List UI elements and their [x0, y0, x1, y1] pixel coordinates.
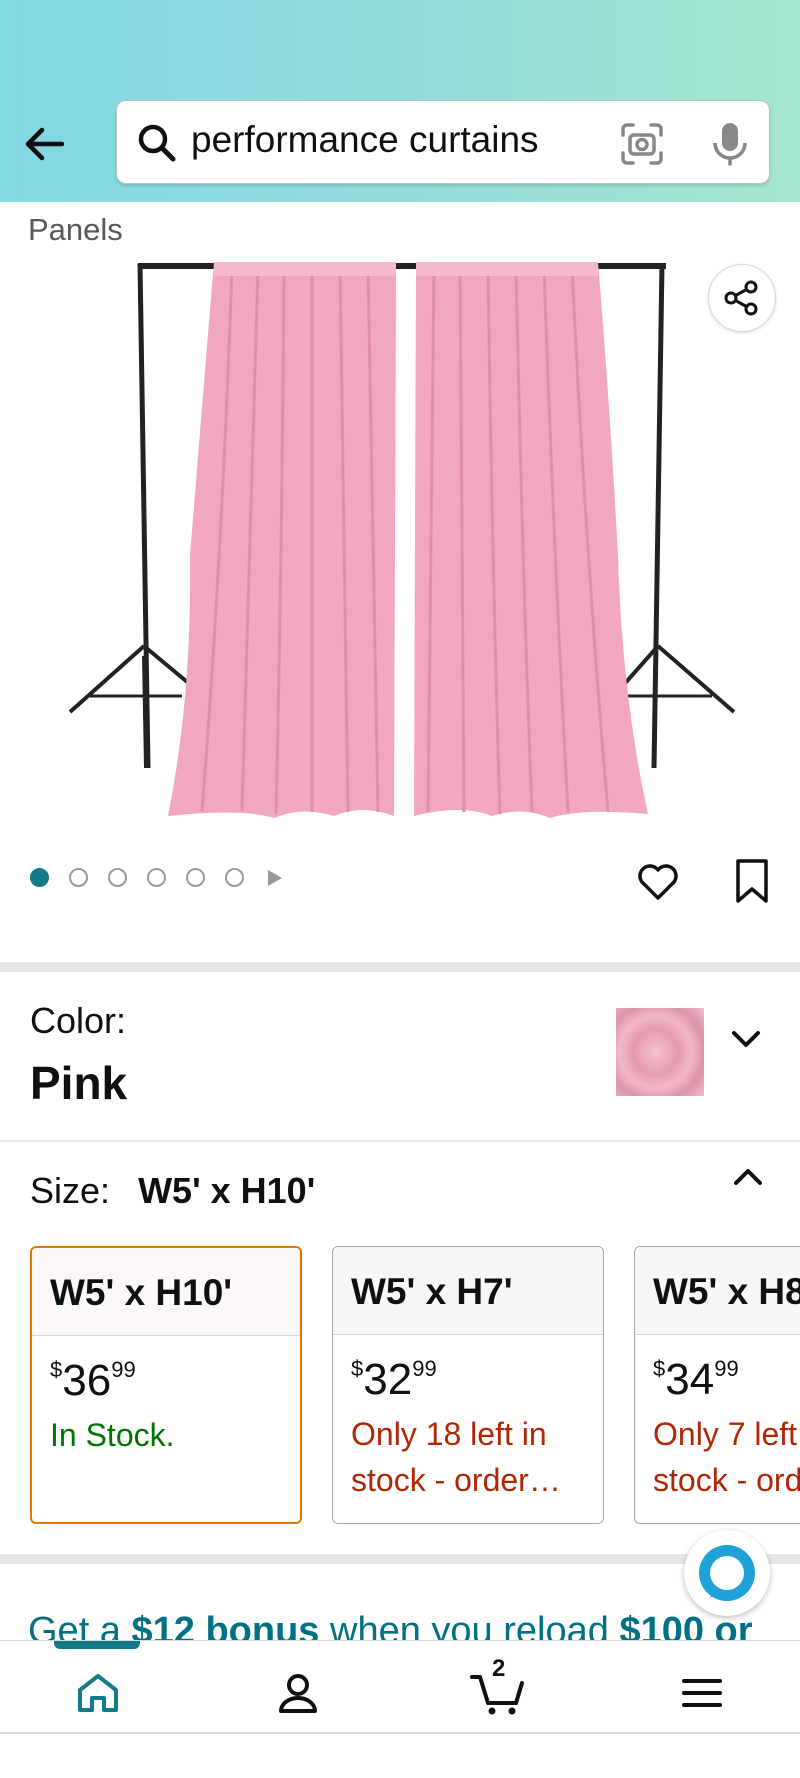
nav-home[interactable]: [68, 1665, 128, 1721]
share-icon: [724, 280, 758, 316]
section-divider: [0, 962, 800, 972]
size-option-card[interactable]: W5' x H7' $3299 Only 18 left in stock - …: [332, 1246, 604, 1524]
gesture-bar-divider: [0, 1732, 800, 1734]
cart-count-badge: 2: [492, 1655, 506, 1682]
section-divider: [0, 1140, 800, 1142]
reload-promo-link[interactable]: Get a $12 bonus when you reload $100 or: [28, 1606, 753, 1640]
share-button[interactable]: [708, 264, 776, 332]
camera-lens-icon[interactable]: [619, 121, 665, 167]
size-option-name: W5' x H7': [333, 1247, 603, 1335]
carousel-dot[interactable]: [108, 868, 127, 887]
top-header: performance curtains: [0, 0, 800, 202]
carousel-dot[interactable]: [69, 868, 88, 887]
stock-status: Only 7 left in stock - order soon.: [653, 1416, 800, 1498]
stock-status: In Stock.: [50, 1417, 175, 1453]
back-arrow-icon: [25, 127, 65, 161]
carousel-dot[interactable]: [147, 868, 166, 887]
carousel-dot[interactable]: [186, 868, 205, 887]
video-play-icon[interactable]: [268, 869, 282, 886]
size-option-price: $3299: [351, 1355, 437, 1404]
section-divider: [0, 1554, 800, 1564]
size-option-card[interactable]: W5' x H10' $3699 In Stock.: [30, 1246, 302, 1524]
nav-cart[interactable]: 2: [468, 1655, 528, 1721]
color-swatch-pink[interactable]: [616, 1008, 704, 1096]
microphone-icon[interactable]: [707, 119, 753, 167]
size-selector-header: Size: W5' x H10': [30, 1170, 315, 1212]
size-label: Size:: [30, 1170, 111, 1211]
image-carousel-indicator[interactable]: [30, 868, 282, 887]
back-button[interactable]: [18, 118, 70, 170]
bookmark-icon[interactable]: [734, 858, 770, 904]
active-tab-indicator: [54, 1641, 140, 1649]
curtain-backdrop-image: [68, 262, 736, 818]
size-option-name: W5' x H8': [635, 1247, 800, 1335]
home-icon: [78, 1674, 118, 1712]
heart-icon[interactable]: [636, 860, 680, 904]
size-value: W5' x H10': [138, 1170, 316, 1211]
user-icon: [279, 1674, 317, 1713]
nav-account[interactable]: [268, 1665, 328, 1721]
nav-menu[interactable]: [672, 1665, 732, 1721]
carousel-dot[interactable]: [225, 868, 244, 887]
product-image[interactable]: [62, 256, 742, 836]
alexa-button[interactable]: [684, 1530, 770, 1616]
size-option-price: $3699: [50, 1356, 136, 1405]
color-label: Color:: [30, 1000, 127, 1041]
hamburger-menu-icon: [682, 1679, 722, 1707]
size-option-price: $3499: [653, 1355, 739, 1404]
carousel-dot[interactable]: [30, 868, 49, 887]
search-bar[interactable]: performance curtains: [116, 100, 770, 184]
search-icon: [138, 124, 176, 162]
size-option-name: W5' x H10': [32, 1248, 300, 1336]
chevron-up-icon[interactable]: [730, 1162, 766, 1192]
product-title-fragment: Panels: [28, 212, 123, 247]
bottom-navigation: 2: [0, 1640, 800, 1738]
size-option-card[interactable]: W5' x H8' $3499 Only 7 left in stock - o…: [634, 1246, 800, 1524]
stock-status: Only 18 left in stock - order soon.: [351, 1416, 547, 1498]
search-input[interactable]: performance curtains: [191, 119, 539, 161]
alexa-icon: [699, 1545, 755, 1601]
chevron-down-icon[interactable]: [728, 1024, 764, 1054]
color-value: Pink: [30, 1057, 128, 1109]
